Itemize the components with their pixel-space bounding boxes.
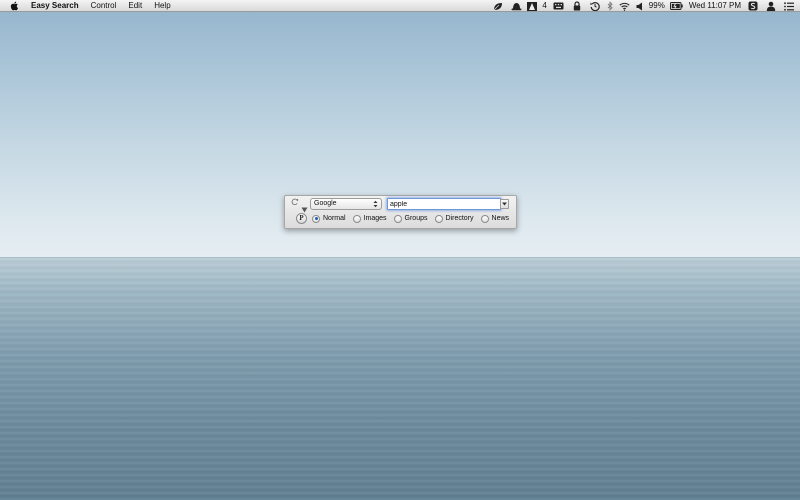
p-button[interactable]: P <box>296 213 307 224</box>
select-arrows-icon <box>373 200 378 208</box>
search-engine-select[interactable]: Google <box>310 198 382 210</box>
option-news[interactable]: News <box>480 214 510 223</box>
search-type-options: Normal Images Groups Directory News <box>312 213 516 224</box>
wallpaper-sea <box>0 258 800 500</box>
apple-icon[interactable] <box>9 1 19 11</box>
option-directory-label: Directory <box>445 215 474 222</box>
radio-groups[interactable] <box>393 214 402 223</box>
wifi-icon[interactable] <box>618 1 632 12</box>
radio-normal[interactable] <box>312 214 320 223</box>
option-normal-label: Normal <box>323 215 346 222</box>
search-query-input[interactable] <box>387 198 501 210</box>
adobe-icon[interactable] <box>527 1 538 12</box>
battery-icon[interactable] <box>670 1 684 12</box>
menu-app-name[interactable]: Easy Search <box>27 0 85 12</box>
menu-edit[interactable]: Edit <box>122 0 148 12</box>
menu-control[interactable]: Control <box>85 0 123 12</box>
refresh-icon[interactable] <box>291 198 299 206</box>
bluetooth-icon[interactable] <box>606 1 614 12</box>
time-machine-icon[interactable] <box>588 1 602 12</box>
option-groups-label: Groups <box>404 215 428 222</box>
option-normal[interactable]: Normal <box>312 214 346 223</box>
radio-news[interactable] <box>480 214 489 223</box>
skype-icon[interactable] <box>746 1 760 12</box>
user-icon[interactable] <box>764 1 778 12</box>
desktop-wallpaper <box>0 0 800 500</box>
menu-clock[interactable]: Wed 11:07 PM <box>689 0 741 12</box>
option-news-label: News <box>491 215 510 222</box>
chevron-down-icon <box>502 202 507 206</box>
radio-directory[interactable] <box>434 214 443 223</box>
lock-icon[interactable] <box>570 1 584 12</box>
adobe-update-count: 4 <box>542 1 547 10</box>
easy-search-panel: Google P Normal Images Groups Directory … <box>284 195 517 229</box>
hat-icon[interactable] <box>509 1 523 12</box>
search-engine-value: Google <box>314 200 337 207</box>
leaf-icon[interactable] <box>491 1 505 12</box>
option-images[interactable]: Images <box>352 214 387 223</box>
option-images-label: Images <box>363 215 387 222</box>
list-icon[interactable] <box>782 1 796 12</box>
option-groups[interactable]: Groups <box>393 214 428 223</box>
menu-bar-status-area: 4 99% Wed 11:07 PM <box>489 0 798 12</box>
menu-bar: Easy Search Control Edit Help 4 99% Wed … <box>0 0 800 12</box>
radio-images[interactable] <box>352 214 361 223</box>
option-directory[interactable]: Directory <box>434 214 474 223</box>
volume-icon[interactable] <box>636 1 644 12</box>
keyboard-icon[interactable] <box>552 1 566 12</box>
disclosure-triangle-icon[interactable] <box>301 200 309 213</box>
query-history-dropdown[interactable] <box>500 199 509 209</box>
menu-bar-left: Easy Search Control Edit Help <box>0 0 177 12</box>
menu-help[interactable]: Help <box>148 0 176 12</box>
battery-percent: 99% <box>648 1 665 10</box>
